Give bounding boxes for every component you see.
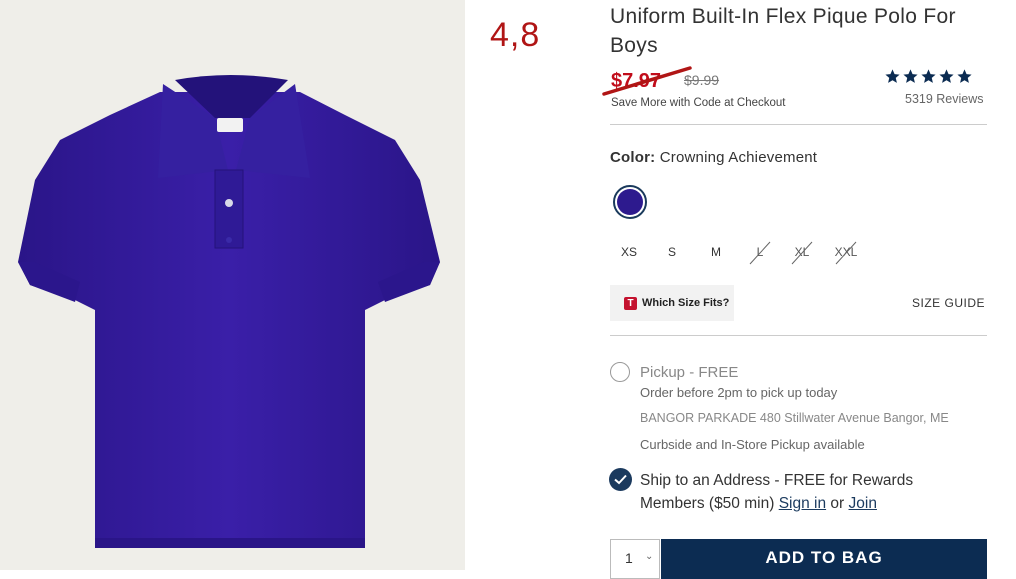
pickup-store[interactable]: BANGOR PARKADE 480 Stillwater Avenue Ban… (640, 411, 949, 425)
which-size-fits-button[interactable]: T Which Size Fits? (610, 285, 734, 321)
size-option-xxl[interactable]: XXL (831, 241, 861, 265)
annotation-label: 4,8 (490, 16, 541, 54)
size-label: XS (620, 245, 637, 259)
size-option-xl[interactable]: XL (787, 241, 817, 265)
sign-in-link[interactable]: Sign in (779, 495, 826, 512)
quantity-select[interactable]: 1 ⌄ (610, 539, 660, 579)
size-option-m[interactable]: M (701, 245, 731, 259)
pickup-order-before: Order before 2pm to pick up today (640, 385, 838, 400)
ship-option: Ship to an Address - FREE for Rewards Me… (640, 469, 980, 515)
star-icon (956, 68, 973, 90)
fit-logo-icon: T (624, 296, 637, 310)
pickup-radio[interactable] (610, 362, 630, 382)
rating-stars[interactable] (884, 68, 973, 90)
star-icon (938, 68, 955, 90)
fit-label: Which Size Fits? (642, 297, 730, 309)
size-option-l[interactable]: L (745, 241, 775, 265)
size-label: M (711, 245, 721, 259)
product-image[interactable] (0, 0, 465, 570)
join-link[interactable]: Join (849, 495, 877, 512)
color-value: Crowning Achievement (659, 149, 818, 166)
star-icon (884, 68, 901, 90)
unavailable-slash-icon (835, 241, 857, 265)
strikethrough-mark (602, 66, 692, 96)
star-icon (902, 68, 919, 90)
pickup-curbside: Curbside and In-Store Pickup available (640, 437, 865, 452)
or-text: or (830, 495, 845, 512)
size-label: S (667, 245, 676, 259)
quantity-value: 1 (625, 550, 633, 566)
pickup-title: Pickup - FREE (640, 364, 739, 381)
size-option-xs[interactable]: XS (614, 245, 644, 259)
size-option-s[interactable]: S (657, 245, 687, 259)
promo-text: Save More with Code at Checkout (611, 97, 786, 109)
swatch-dot (617, 189, 643, 215)
divider (610, 335, 987, 336)
divider (610, 124, 987, 125)
chevron-down-icon: ⌄ (645, 551, 654, 562)
unavailable-slash-icon (749, 241, 771, 265)
product-title: Uniform Built-In Flex Pique Polo For Boy… (610, 5, 956, 57)
checkmark-icon (614, 474, 627, 485)
polo-shirt-image (18, 75, 440, 548)
size-guide-link[interactable]: SIZE GUIDE (912, 296, 985, 310)
color-label: Color: (610, 149, 656, 166)
unavailable-slash-icon (791, 241, 813, 265)
add-to-bag-button[interactable]: ADD TO BAG (661, 539, 987, 579)
color-row: Color: Crowning Achievement (610, 149, 817, 166)
star-icon (920, 68, 937, 90)
ship-radio-checked[interactable] (609, 468, 632, 491)
color-swatch-selected[interactable] (613, 185, 647, 219)
reviews-link[interactable]: 5319 Reviews (905, 92, 984, 106)
